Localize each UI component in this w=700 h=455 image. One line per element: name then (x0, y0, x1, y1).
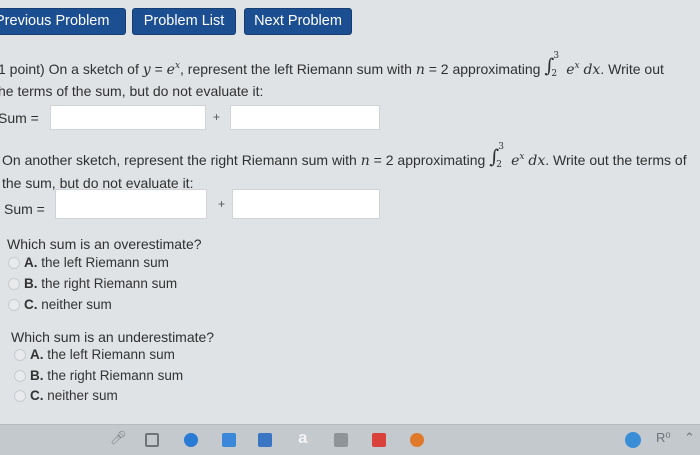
integrand: ex (566, 61, 580, 78)
mc1-option-c-radio[interactable] (8, 299, 20, 311)
acrobat-icon[interactable] (372, 433, 386, 447)
option-letter: C. (24, 297, 38, 312)
integrand-x: x (519, 152, 525, 162)
q1-text-b: , represent the left Riemann sum with (180, 61, 412, 77)
sum2-label: Sum = (4, 201, 45, 217)
math-exp: ex (166, 61, 180, 78)
option-text: the left Riemann sum (47, 347, 175, 362)
option-letter: C. (30, 388, 44, 403)
integrand-e: e (566, 62, 575, 78)
taskbar: 🎤︎ a R⁰ ⌃ (0, 424, 700, 455)
points-label: 1 point) (0, 61, 45, 77)
q2-text-a: On another sketch, represent the right R… (2, 152, 357, 168)
option-text: the right Riemann sum (41, 276, 178, 291)
integrand: ex (511, 152, 525, 169)
question2-text: On another sketch, represent the right R… (2, 142, 687, 170)
previous-problem-button[interactable]: Previous Problem (0, 8, 126, 35)
math-eq: = (154, 61, 163, 77)
mc2-option-a: A. the left Riemann sum (30, 347, 175, 362)
integral-lower: 2 (551, 69, 558, 79)
mc1-question: Which sum is an overestimate? (7, 236, 202, 252)
mic-icon[interactable]: 🎤︎ (110, 430, 127, 446)
option-letter: B. (24, 276, 38, 291)
mail-icon[interactable] (222, 433, 236, 447)
integral-lower: 2 (496, 160, 502, 170)
math-dx: dx (583, 62, 601, 78)
math-n: n (360, 153, 370, 169)
mc1-option-c: C. neither sum (24, 297, 112, 312)
option-letter: A. (24, 255, 38, 270)
edge-icon[interactable] (184, 433, 198, 447)
mc2-option-c-radio[interactable] (14, 390, 26, 402)
q1-text-c: approximating (452, 61, 541, 77)
sum1-term2-input[interactable] (230, 105, 380, 130)
integral-symbol: ∫ 3 2 (489, 142, 504, 170)
math-n-value: = 2 (428, 61, 449, 77)
integral-upper: 3 (498, 142, 504, 152)
chevron-up-icon[interactable]: ⌃ (684, 430, 695, 446)
media-icon[interactable] (334, 433, 348, 447)
mc2-option-a-radio[interactable] (14, 349, 26, 361)
option-letter: A. (30, 347, 44, 362)
mc1-option-b: B. the right Riemann sum (24, 276, 177, 291)
q2-text-c: . Write out the terms of (545, 152, 687, 168)
mc2-option-b-radio[interactable] (14, 370, 26, 382)
plus-sign: + (213, 110, 221, 124)
media-player-icon[interactable] (410, 433, 424, 447)
integrand-x: x (574, 61, 580, 71)
sum2-term2-input[interactable] (232, 189, 380, 219)
mc1-option-b-radio[interactable] (8, 278, 20, 290)
store-icon[interactable] (258, 433, 272, 447)
help-icon[interactable] (625, 432, 641, 448)
math-dx: dx (528, 153, 546, 169)
sum1-label: Sum = (0, 110, 39, 126)
math-n-value: = 2 (373, 152, 394, 168)
question1-text-line2: he terms of the sum, but do not evaluate… (0, 83, 264, 99)
problem-content: 1 point) On a sketch of y = ex, represen… (0, 44, 700, 425)
q1-text-a: On a sketch of (48, 61, 139, 77)
problem-nav: Previous Problem Problem List Next Probl… (0, 0, 700, 44)
sum1-term1-input[interactable] (50, 105, 206, 130)
q2-text-b: approximating (397, 152, 486, 168)
sum2-term1-input[interactable] (55, 189, 207, 219)
question1-text: 1 point) On a sketch of y = ex, represen… (0, 51, 664, 79)
option-text: the left Riemann sum (41, 255, 169, 270)
option-text: neither sum (41, 297, 112, 312)
option-text: the right Riemann sum (47, 368, 184, 383)
plus-sign: + (218, 197, 226, 211)
option-letter: B. (30, 368, 44, 383)
amazon-icon[interactable]: a (298, 428, 307, 448)
q1-text-d: . Write out (600, 61, 664, 77)
integral-upper: 3 (553, 51, 560, 61)
integral-symbol: ∫ 3 2 (544, 51, 560, 79)
mc2-option-c: C. neither sum (30, 388, 118, 403)
mc1-option-a: A. the left Riemann sum (24, 255, 169, 270)
problem-list-button[interactable]: Problem List (132, 8, 236, 35)
option-text: neither sum (47, 388, 118, 403)
math-y: y (142, 62, 151, 78)
mc2-option-b: B. the right Riemann sum (30, 368, 183, 383)
math-n: n (415, 62, 425, 78)
people-icon[interactable]: R⁰ (656, 430, 671, 446)
task-view-icon[interactable] (145, 433, 159, 447)
mc2-question: Which sum is an underestimate? (11, 329, 215, 345)
next-problem-button[interactable]: Next Problem (244, 8, 352, 35)
mc1-option-a-radio[interactable] (8, 257, 20, 269)
math-e: e (166, 62, 175, 78)
